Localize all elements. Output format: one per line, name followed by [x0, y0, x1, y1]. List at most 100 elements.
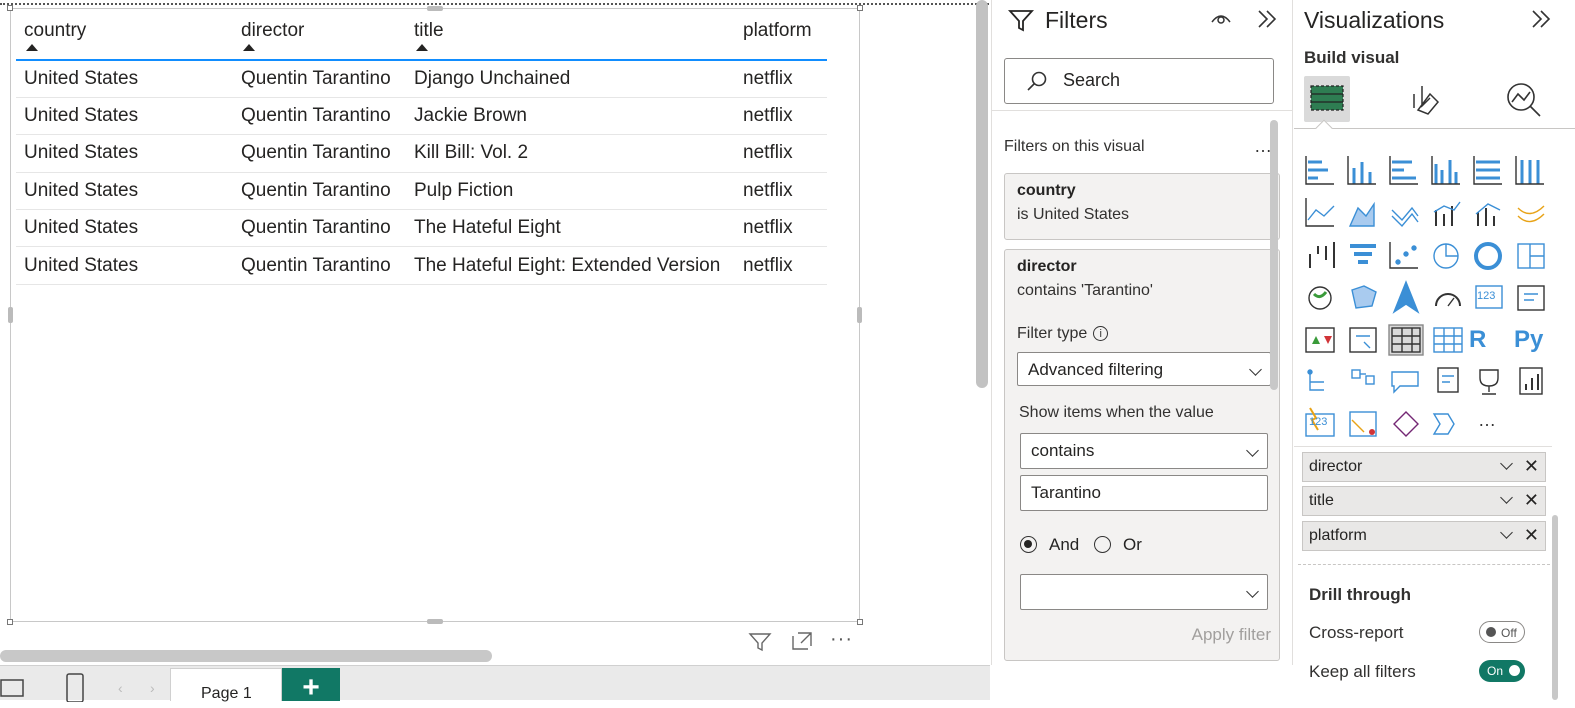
visualizations-scrollbar[interactable]: [1552, 515, 1558, 700]
resize-handle[interactable]: [427, 6, 443, 11]
operator-dropdown[interactable]: contains: [1020, 433, 1268, 469]
tab-pointer: [1315, 119, 1333, 137]
filter-type-value: Advanced filtering: [1028, 360, 1164, 379]
close-icon[interactable]: ✕: [1524, 490, 1539, 511]
filter-card-director[interactable]: director contains 'Tarantino' Filter typ…: [1004, 249, 1280, 661]
more-visuals-icon[interactable]: …: [1478, 410, 1497, 431]
filters-scrollbar[interactable]: [1270, 120, 1278, 390]
analytics-icon[interactable]: [1504, 80, 1544, 125]
apply-filter-button[interactable]: Apply filter: [1192, 625, 1271, 645]
filter-icon[interactable]: [748, 630, 772, 658]
and-radio[interactable]: [1020, 536, 1037, 553]
filter-value-input[interactable]: Tarantino: [1020, 475, 1268, 511]
table-cell: Pulp Fiction: [406, 172, 735, 211]
resize-handle[interactable]: [7, 5, 13, 11]
resize-handle[interactable]: [427, 619, 443, 624]
table-cell: Quentin Tarantino: [233, 60, 406, 98]
table-row[interactable]: United States Quentin Tarantino Django Unc…: [16, 60, 827, 98]
column-header-title[interactable]: title: [406, 14, 735, 61]
filter-type-dropdown[interactable]: Advanced filtering: [1017, 352, 1271, 386]
field-well-label: director: [1309, 458, 1363, 475]
line-stacked-column-chart-icon: [1475, 203, 1501, 226]
column-header-director[interactable]: director: [233, 14, 406, 61]
column-header-country[interactable]: country: [16, 14, 233, 61]
next-page-icon[interactable]: ›: [150, 680, 155, 696]
keep-filters-toggle[interactable]: On: [1479, 660, 1525, 682]
table-cell: The Hateful Eight: Extended Version: [406, 246, 735, 285]
key-influencers-icon: [1351, 369, 1375, 385]
table-cell: The Hateful Eight: [406, 209, 735, 248]
chevron-down-icon: [1246, 585, 1259, 598]
resize-handle[interactable]: [857, 307, 862, 323]
field-well-label: title: [1309, 492, 1334, 509]
mobile-layout-icon[interactable]: [64, 672, 86, 707]
100-stacked-bar-chart-icon: [1473, 156, 1502, 185]
collapse-pane-icon[interactable]: [1256, 9, 1278, 34]
visualizations-title: Visualizations: [1304, 7, 1445, 33]
build-visual-tab[interactable]: [1304, 76, 1350, 122]
canvas-top-border: [0, 3, 1000, 5]
field-well-platform[interactable]: platform ✕: [1302, 521, 1546, 551]
azure-map-icon: [1392, 280, 1420, 314]
table-row[interactable]: United States Quentin Tarantino Pulp Ficti…: [16, 172, 827, 211]
stacked-area-chart-icon: [1391, 206, 1419, 228]
cross-report-toggle[interactable]: Off: [1479, 621, 1525, 643]
canvas-horizontal-scrollbar[interactable]: [0, 650, 492, 662]
eye-icon[interactable]: [1210, 10, 1232, 33]
collapse-pane-icon[interactable]: [1530, 9, 1552, 34]
filter-card-country[interactable]: country is United States: [1004, 173, 1280, 240]
desktop-layout-icon[interactable]: [0, 676, 26, 707]
resize-handle[interactable]: [8, 307, 13, 323]
page-tab[interactable]: Page 1: [170, 668, 282, 702]
keep-filters-label: Keep all filters: [1309, 662, 1416, 681]
table-cell: Quentin Tarantino: [233, 246, 406, 285]
or-radio[interactable]: [1094, 536, 1111, 553]
resize-handle[interactable]: [857, 619, 863, 625]
toggle-state: On: [1487, 664, 1504, 678]
operator-value: contains: [1031, 441, 1095, 460]
more-options-icon[interactable]: ···: [830, 628, 853, 651]
page-navigation-bar: ‹ › Page 1 +: [0, 665, 990, 704]
column-header-platform[interactable]: platform: [735, 14, 827, 61]
add-page-button[interactable]: +: [282, 668, 340, 704]
table-cell: United States: [16, 97, 233, 136]
table-row[interactable]: United States Quentin Tarantino Kill Bill:…: [16, 134, 827, 173]
column-header-label: title: [414, 20, 444, 41]
table-row[interactable]: United States Quentin Tarantino Jackie Bro…: [16, 97, 827, 136]
chevron-down-icon[interactable]: [1500, 526, 1513, 539]
chevron-down-icon[interactable]: [1500, 491, 1513, 504]
sort-ascending-icon: [243, 44, 255, 51]
previous-page-icon[interactable]: ‹: [118, 680, 123, 696]
table-cell: Quentin Tarantino: [233, 134, 406, 173]
field-well-title[interactable]: title ✕: [1302, 486, 1546, 516]
table-row[interactable]: United States Quentin Tarantino The Hatefu…: [16, 209, 827, 248]
ribbon-chart-icon: [1517, 205, 1545, 223]
table-cell: netflix: [735, 209, 827, 248]
close-icon[interactable]: ✕: [1524, 456, 1539, 477]
canvas-vertical-scrollbar[interactable]: [976, 0, 988, 388]
resize-handle[interactable]: [7, 619, 13, 625]
or-label: Or: [1123, 535, 1142, 554]
field-well-director[interactable]: director ✕: [1302, 452, 1546, 482]
table-cell: netflix: [735, 246, 827, 285]
python-visual-icon[interactable]: Py: [1514, 326, 1543, 354]
format-visual-icon[interactable]: [1408, 80, 1444, 125]
filter-value-text: Tarantino: [1031, 483, 1101, 502]
build-visual-label: Build visual: [1304, 48, 1400, 67]
close-icon[interactable]: ✕: [1524, 525, 1539, 546]
filters-search-input[interactable]: Search: [1004, 58, 1274, 104]
table-cell: Jackie Brown: [406, 97, 735, 136]
resize-handle[interactable]: [857, 5, 863, 11]
chevron-down-icon[interactable]: [1500, 457, 1513, 470]
visualizations-pane: Visualizations Build visual R Py 123 123…: [1294, 0, 1575, 700]
field-well-label: platform: [1309, 527, 1367, 544]
focus-mode-icon[interactable]: [790, 630, 814, 658]
card-value-label: 123: [1477, 290, 1496, 302]
second-operator-dropdown[interactable]: [1020, 574, 1268, 610]
table-row[interactable]: United States Quentin Tarantino The Hatefu…: [16, 246, 827, 285]
info-icon: i: [1093, 326, 1109, 341]
r-script-visual-icon[interactable]: R: [1469, 326, 1486, 354]
divider: [992, 110, 1292, 111]
show-items-label: Show items when the value: [1019, 404, 1214, 421]
filters-title: Filters: [1045, 7, 1108, 33]
